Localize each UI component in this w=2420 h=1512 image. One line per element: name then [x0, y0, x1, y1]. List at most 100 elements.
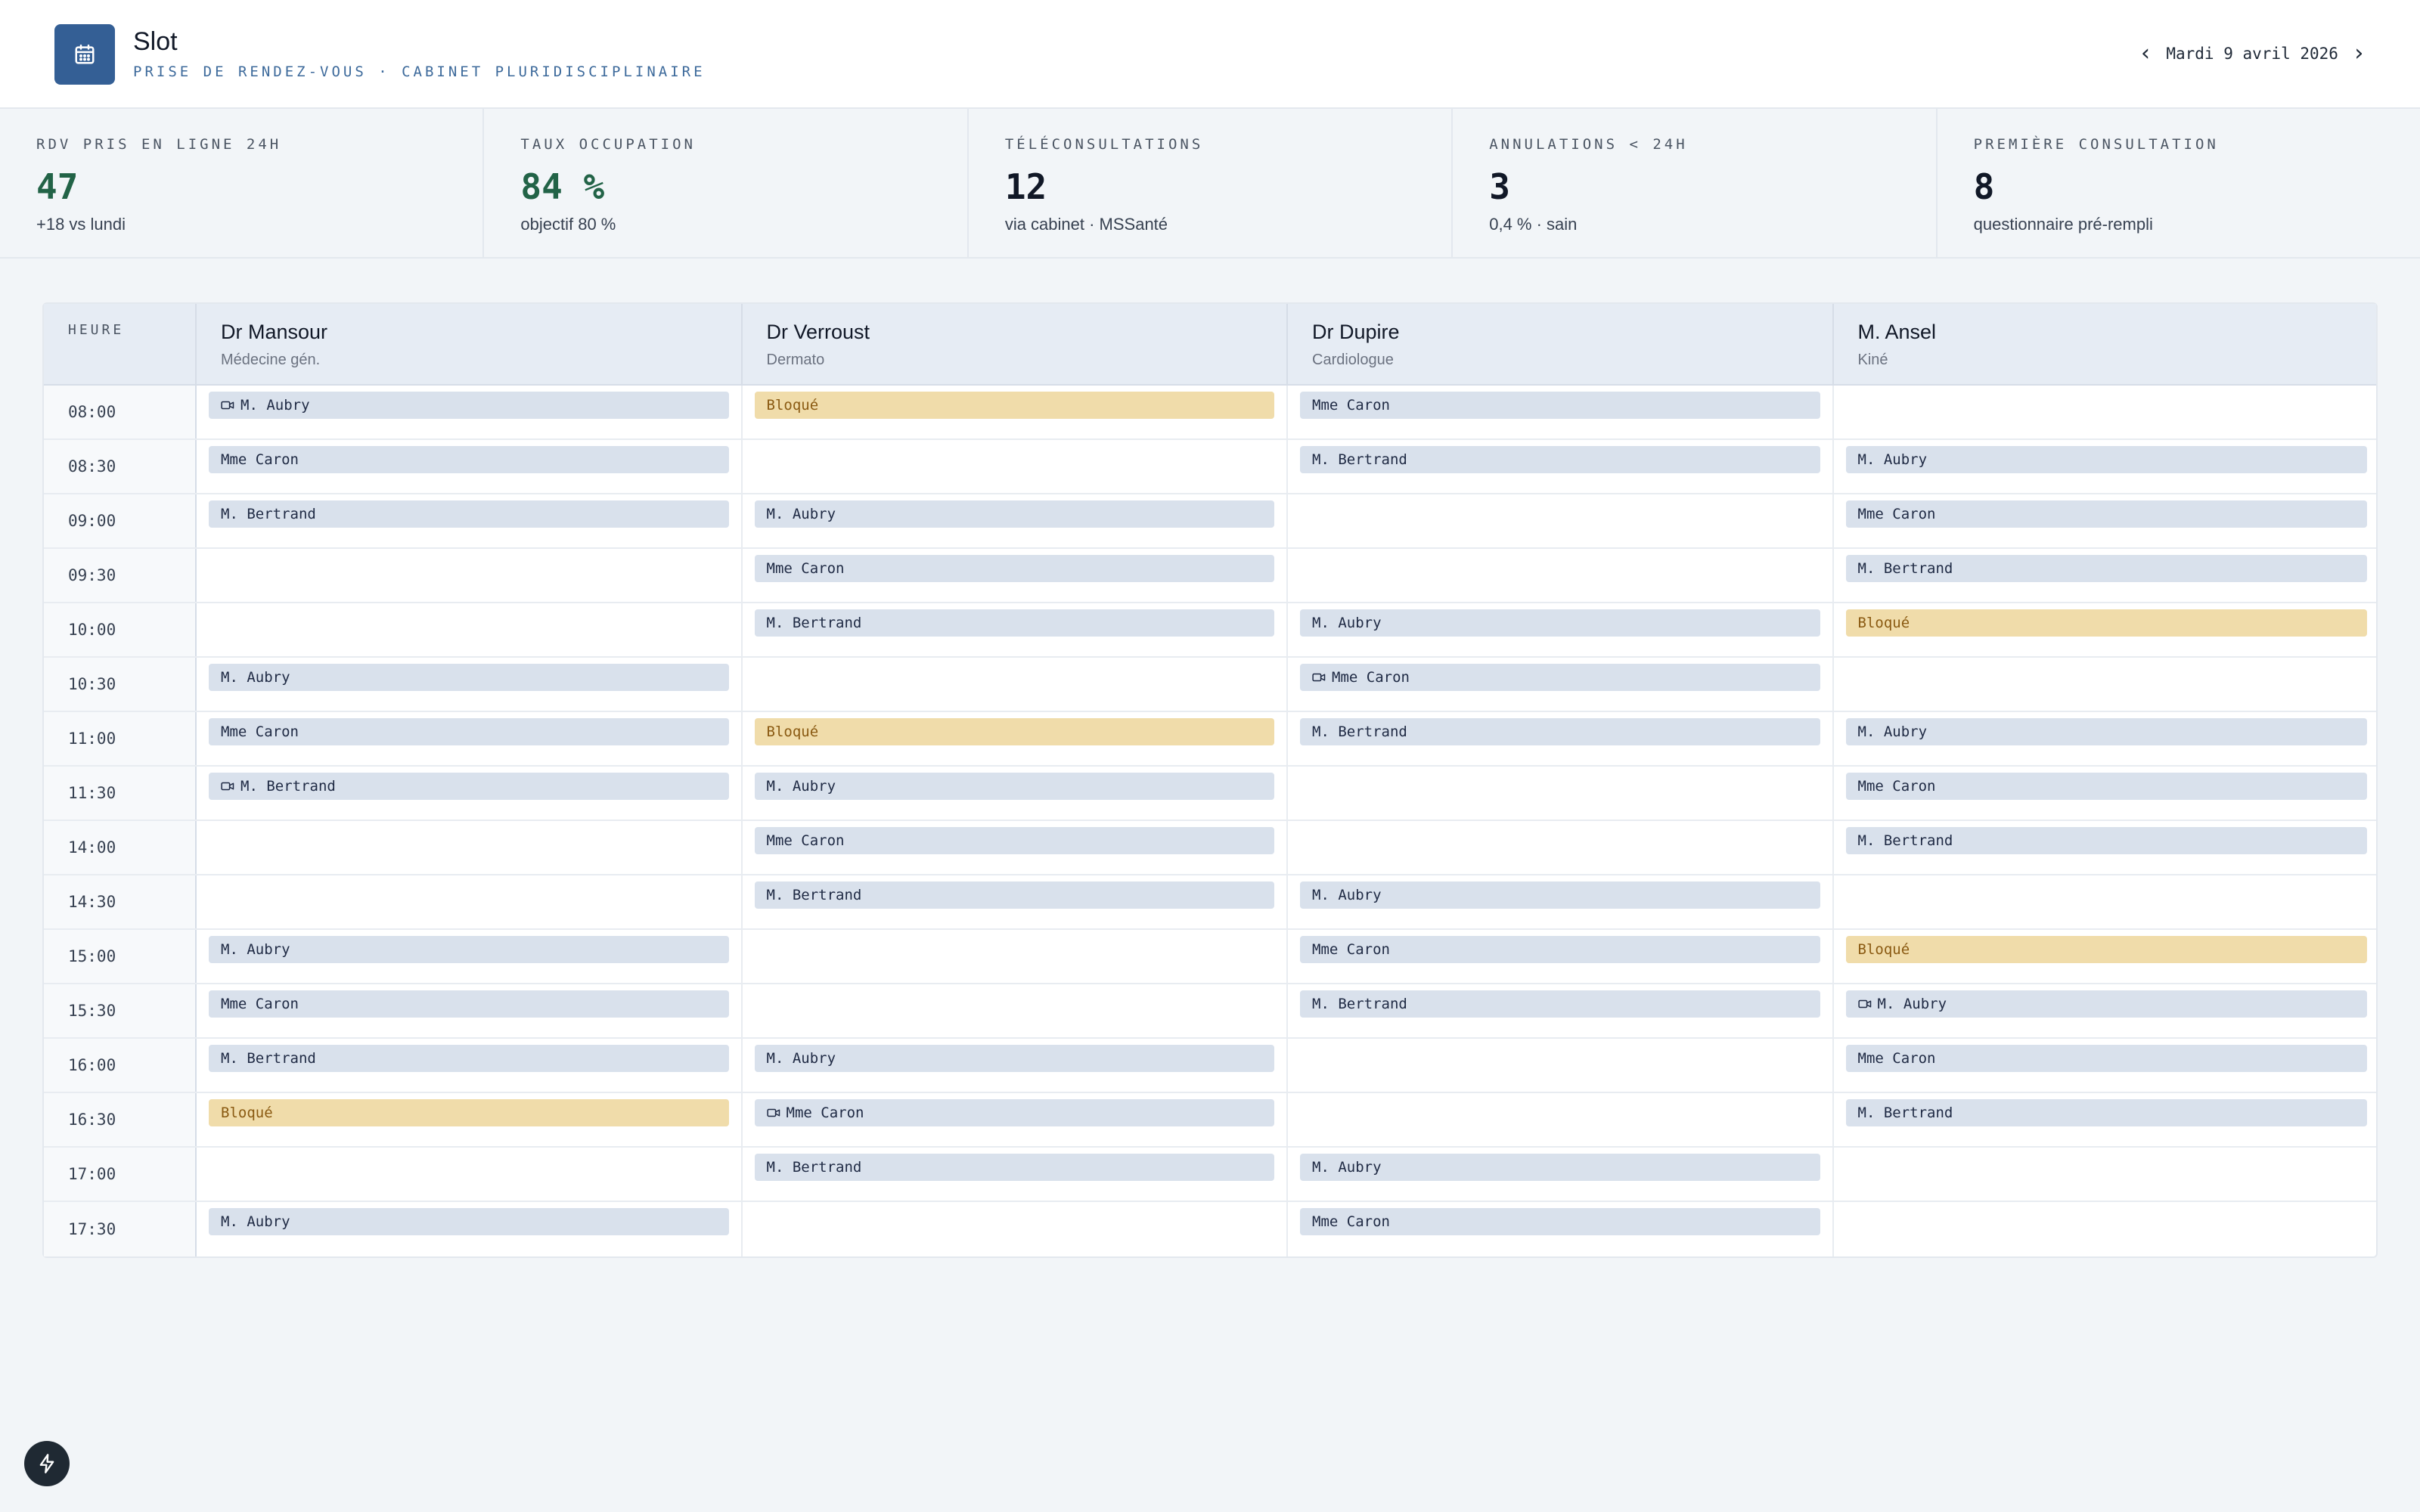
- time-slot[interactable]: [743, 658, 1288, 711]
- blocked-slot[interactable]: Bloqué: [209, 1099, 729, 1126]
- time-slot[interactable]: M. Aubry: [1834, 712, 2380, 765]
- time-slot[interactable]: [1834, 875, 2380, 928]
- appointment-chip[interactable]: Mme Caron: [209, 718, 729, 745]
- time-slot[interactable]: [743, 984, 1288, 1037]
- appointment-chip[interactable]: M. Bertrand: [754, 881, 1274, 909]
- appointment-chip[interactable]: M. Bertrand: [1845, 827, 2367, 854]
- time-slot[interactable]: Bloqué: [1834, 603, 2380, 656]
- time-slot[interactable]: M. Aubry: [743, 1039, 1288, 1092]
- appointment-chip[interactable]: M. Bertrand: [1845, 1099, 2367, 1126]
- appointment-chip[interactable]: M. Aubry: [1845, 718, 2367, 745]
- time-slot[interactable]: M. Aubry: [1288, 875, 1834, 928]
- time-slot[interactable]: [197, 821, 743, 874]
- time-slot[interactable]: [1834, 658, 2380, 711]
- appointment-chip[interactable]: M. Aubry: [754, 773, 1274, 800]
- time-slot[interactable]: M. Bertrand: [1288, 984, 1834, 1037]
- appointment-chip[interactable]: M. Aubry: [1300, 1154, 1820, 1181]
- appointment-chip[interactable]: Mme Caron: [1300, 664, 1820, 691]
- blocked-slot[interactable]: Bloqué: [1845, 936, 2367, 963]
- appointment-chip[interactable]: M. Aubry: [209, 392, 729, 419]
- time-slot[interactable]: [197, 549, 743, 602]
- time-slot[interactable]: Bloqué: [197, 1093, 743, 1146]
- time-slot[interactable]: [197, 1148, 743, 1201]
- time-slot[interactable]: M. Bertrand: [1288, 712, 1834, 765]
- chevron-left-icon[interactable]: ‹: [2139, 42, 2152, 65]
- appointment-chip[interactable]: Mme Caron: [1845, 500, 2367, 528]
- time-slot[interactable]: Mme Caron: [1834, 767, 2380, 820]
- time-slot[interactable]: M. Bertrand: [197, 494, 743, 547]
- time-slot[interactable]: M. Aubry: [1834, 440, 2380, 493]
- time-slot[interactable]: Mme Caron: [1288, 1202, 1834, 1256]
- time-slot[interactable]: Bloqué: [1834, 930, 2380, 983]
- time-slot[interactable]: Mme Caron: [743, 1093, 1288, 1146]
- time-slot[interactable]: M. Bertrand: [743, 1148, 1288, 1201]
- time-slot[interactable]: Mme Caron: [197, 440, 743, 493]
- time-slot[interactable]: [1834, 1202, 2380, 1256]
- time-slot[interactable]: Mme Caron: [1834, 494, 2380, 547]
- time-slot[interactable]: Mme Caron: [1288, 658, 1834, 711]
- appointment-chip[interactable]: M. Bertrand: [209, 1045, 729, 1072]
- time-slot[interactable]: [197, 603, 743, 656]
- time-slot[interactable]: M. Aubry: [197, 930, 743, 983]
- chevron-right-icon[interactable]: ›: [2352, 42, 2366, 65]
- appointment-chip[interactable]: Mme Caron: [1300, 936, 1820, 963]
- time-slot[interactable]: M. Aubry: [197, 386, 743, 438]
- time-slot[interactable]: M. Bertrand: [1834, 549, 2380, 602]
- appointment-chip[interactable]: M. Aubry: [754, 500, 1274, 528]
- appointment-chip[interactable]: M. Aubry: [209, 1208, 729, 1235]
- quick-action-button[interactable]: [24, 1441, 70, 1486]
- time-slot[interactable]: M. Bertrand: [1834, 821, 2380, 874]
- time-slot[interactable]: [1288, 767, 1834, 820]
- time-slot[interactable]: M. Aubry: [1834, 984, 2380, 1037]
- time-slot[interactable]: Mme Caron: [1834, 1039, 2380, 1092]
- blocked-slot[interactable]: Bloqué: [1845, 609, 2367, 637]
- appointment-chip[interactable]: M. Bertrand: [1300, 446, 1820, 473]
- appointment-chip[interactable]: M. Bertrand: [209, 500, 729, 528]
- appointment-chip[interactable]: Mme Caron: [1845, 1045, 2367, 1072]
- appointment-chip[interactable]: Mme Caron: [209, 990, 729, 1018]
- time-slot[interactable]: [1288, 1093, 1834, 1146]
- time-slot[interactable]: M. Bertrand: [197, 767, 743, 820]
- time-slot[interactable]: [743, 440, 1288, 493]
- time-slot[interactable]: [743, 930, 1288, 983]
- appointment-chip[interactable]: Mme Caron: [754, 555, 1274, 582]
- appointment-chip[interactable]: Mme Caron: [1300, 1208, 1820, 1235]
- time-slot[interactable]: M. Aubry: [197, 1202, 743, 1256]
- time-slot[interactable]: M. Bertrand: [743, 875, 1288, 928]
- appointment-chip[interactable]: Mme Caron: [754, 827, 1274, 854]
- time-slot[interactable]: M. Bertrand: [1834, 1093, 2380, 1146]
- appointment-chip[interactable]: M. Aubry: [1845, 990, 2367, 1018]
- time-slot[interactable]: [1288, 549, 1834, 602]
- appointment-chip[interactable]: M. Bertrand: [754, 609, 1274, 637]
- time-slot[interactable]: Mme Caron: [743, 821, 1288, 874]
- appointment-chip[interactable]: M. Bertrand: [754, 1154, 1274, 1181]
- appointment-chip[interactable]: Mme Caron: [1300, 392, 1820, 419]
- time-slot[interactable]: Mme Caron: [197, 712, 743, 765]
- time-slot[interactable]: [1288, 494, 1834, 547]
- time-slot[interactable]: Mme Caron: [197, 984, 743, 1037]
- time-slot[interactable]: Mme Caron: [743, 549, 1288, 602]
- time-slot[interactable]: M. Bertrand: [197, 1039, 743, 1092]
- time-slot[interactable]: M. Aubry: [1288, 603, 1834, 656]
- appointment-chip[interactable]: M. Aubry: [209, 664, 729, 691]
- appointment-chip[interactable]: M. Bertrand: [1300, 718, 1820, 745]
- appointment-chip[interactable]: M. Aubry: [754, 1045, 1274, 1072]
- appointment-chip[interactable]: Mme Caron: [1845, 773, 2367, 800]
- time-slot[interactable]: [1288, 1039, 1834, 1092]
- appointment-chip[interactable]: M. Bertrand: [1845, 555, 2367, 582]
- appointment-chip[interactable]: M. Aubry: [1845, 446, 2367, 473]
- time-slot[interactable]: [1834, 1148, 2380, 1201]
- time-slot[interactable]: Mme Caron: [1288, 930, 1834, 983]
- time-slot[interactable]: M. Aubry: [743, 767, 1288, 820]
- blocked-slot[interactable]: Bloqué: [754, 718, 1274, 745]
- time-slot[interactable]: M. Aubry: [197, 658, 743, 711]
- time-slot[interactable]: M. Aubry: [743, 494, 1288, 547]
- time-slot[interactable]: [197, 875, 743, 928]
- time-slot[interactable]: M. Bertrand: [1288, 440, 1834, 493]
- appointment-chip[interactable]: Mme Caron: [209, 446, 729, 473]
- time-slot[interactable]: [743, 1202, 1288, 1256]
- time-slot[interactable]: [1288, 821, 1834, 874]
- appointment-chip[interactable]: M. Bertrand: [209, 773, 729, 800]
- time-slot[interactable]: Mme Caron: [1288, 386, 1834, 438]
- appointment-chip[interactable]: M. Aubry: [1300, 881, 1820, 909]
